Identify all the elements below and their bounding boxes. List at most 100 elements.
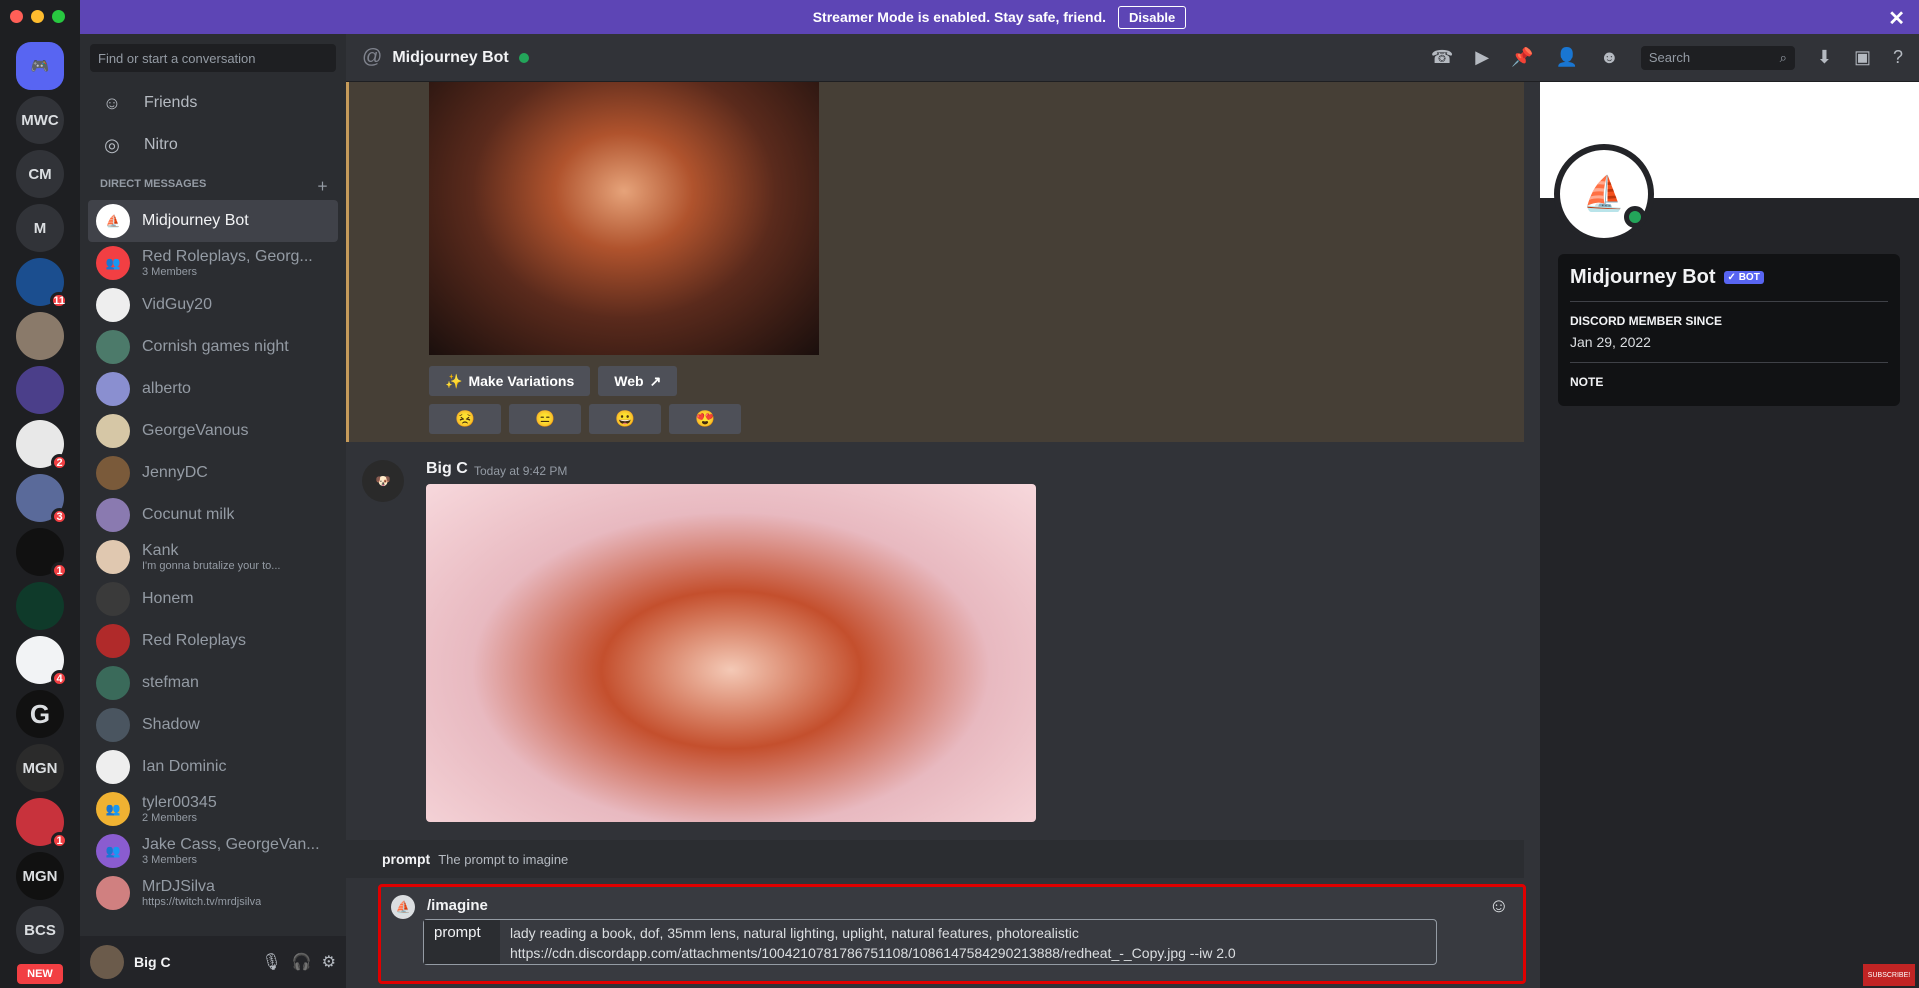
server-list: 🎮 MWC CM M 11 2 3 1 4 G MGN 1 MGN BCS NE… <box>0 0 80 988</box>
dm-item[interactable]: ⛵Midjourney Bot <box>88 200 338 242</box>
nitro-nav[interactable]: ◎Nitro <box>80 124 346 166</box>
add-friend-icon[interactable]: 👤 <box>1556 47 1578 68</box>
attached-image[interactable] <box>426 484 1036 822</box>
dm-item[interactable]: Honem <box>88 578 338 620</box>
dm-item[interactable]: Cornish games night <box>88 326 338 368</box>
dm-item[interactable]: VidGuy20 <box>88 284 338 326</box>
dm-item[interactable]: JennyDC <box>88 452 338 494</box>
dm-sub: 3 Members <box>142 266 313 278</box>
discord-app: Streamer Mode is enabled. Stay safe, fri… <box>0 0 1919 988</box>
author-name[interactable]: Big C <box>426 460 468 478</box>
prompt-line-2: https://cdn.discordapp.com/attachments/1… <box>510 943 1236 963</box>
dm-sub: https://twitch.tv/mrdjsilva <box>142 896 261 908</box>
close-banner-icon[interactable]: ✕ <box>1888 6 1905 31</box>
server-icon[interactable] <box>16 312 64 360</box>
dm-name: alberto <box>142 380 191 398</box>
search-placeholder: Search <box>1649 50 1690 65</box>
server-icon[interactable] <box>16 582 64 630</box>
inbox-icon[interactable]: ▣ <box>1854 47 1871 68</box>
dm-sub: 3 Members <box>142 854 320 866</box>
dm-item[interactable]: 👥tyler003452 Members <box>88 788 338 830</box>
dm-item[interactable]: 👥Red Roleplays, Georg...3 Members <box>88 242 338 284</box>
dm-search-input[interactable]: Find or start a conversation <box>90 44 336 72</box>
server-icon[interactable]: MWC <box>16 96 64 144</box>
dm-item[interactable]: Cocunut milk <box>88 494 338 536</box>
reaction-neutral-button[interactable]: 😑 <box>509 404 581 434</box>
dm-item[interactable]: stefman <box>88 662 338 704</box>
maximize-window-button[interactable] <box>52 10 65 23</box>
video-call-icon[interactable]: ▶ <box>1475 47 1489 68</box>
header-search-input[interactable]: Search⌕ <box>1641 46 1795 70</box>
server-icon[interactable]: 2 <box>16 420 64 468</box>
web-button[interactable]: Web↗ <box>598 366 677 396</box>
dm-name: Shadow <box>142 716 200 734</box>
server-icon[interactable]: 3 <box>16 474 64 522</box>
server-icon[interactable] <box>16 366 64 414</box>
server-icon[interactable]: 11 <box>16 258 64 306</box>
dm-item[interactable]: KankI'm gonna brutalize your to... <box>88 536 338 578</box>
unread-badge: 4 <box>51 670 68 687</box>
prompt-input[interactable]: lady reading a book, dof, 35mm lens, nat… <box>500 920 1236 964</box>
reaction-happy-button[interactable]: 😀 <box>589 404 661 434</box>
profile-card: Midjourney Bot✓ BOT DISCORD MEMBER SINCE… <box>1558 254 1900 406</box>
online-status-icon <box>519 53 529 63</box>
headphones-icon[interactable]: 🎧 <box>292 952 312 972</box>
dm-name: VidGuy20 <box>142 296 212 314</box>
option-hint: prompt The prompt to imagine <box>346 840 1524 878</box>
server-icon[interactable]: MGN <box>16 744 64 792</box>
dm-item[interactable]: Shadow <box>88 704 338 746</box>
server-icon[interactable]: BCS <box>16 906 64 954</box>
discord-logo-icon: 🎮 <box>31 57 50 75</box>
prompt-parameter[interactable]: prompt lady reading a book, dof, 35mm le… <box>423 919 1437 965</box>
server-icon[interactable]: M <box>16 204 64 252</box>
generated-image[interactable] <box>429 82 819 355</box>
friends-nav[interactable]: ☺Friends <box>80 82 346 124</box>
dm-item[interactable]: GeorgeVanous <box>88 410 338 452</box>
microphone-icon[interactable]: 🎙 <box>261 952 281 972</box>
server-icon[interactable]: CM <box>16 150 64 198</box>
avatar <box>96 414 130 448</box>
gear-icon[interactable]: ⚙ <box>322 952 336 972</box>
download-icon[interactable]: ⬇ <box>1817 47 1832 68</box>
voice-call-icon[interactable]: ☎ <box>1431 47 1453 68</box>
avatar <box>96 330 130 364</box>
user-avatar[interactable] <box>90 945 124 979</box>
reaction-love-button[interactable]: 😍 <box>669 404 741 434</box>
home-button[interactable]: 🎮 <box>16 42 64 90</box>
dm-item[interactable]: alberto <box>88 368 338 410</box>
unread-badge: 1 <box>51 832 68 849</box>
member-since-label: DISCORD MEMBER SINCE <box>1570 314 1888 328</box>
pin-icon[interactable]: 📌 <box>1511 47 1533 68</box>
help-icon[interactable]: ? <box>1893 47 1903 68</box>
author-avatar[interactable]: 🐶 <box>362 460 404 502</box>
server-icon[interactable]: 4 <box>16 636 64 684</box>
server-icon[interactable]: G <box>16 690 64 738</box>
close-window-button[interactable] <box>10 10 23 23</box>
disable-streamer-button[interactable]: Disable <box>1118 6 1186 29</box>
dm-name: Red Roleplays <box>142 632 246 650</box>
user-profile-icon[interactable]: ☻ <box>1600 47 1619 68</box>
add-dm-icon[interactable]: ＋ <box>317 178 328 194</box>
avatar <box>96 582 130 616</box>
make-variations-button[interactable]: ✨Make Variations <box>429 366 590 396</box>
server-icon[interactable]: MGN <box>16 852 64 900</box>
reaction-sad-button[interactable]: 😣 <box>429 404 501 434</box>
divider <box>1570 301 1888 302</box>
divider <box>1570 362 1888 363</box>
avatar: 👥 <box>96 792 130 826</box>
emoji-picker-icon[interactable]: ☺ <box>1489 895 1509 918</box>
server-icon[interactable]: 1 <box>16 798 64 846</box>
profile-panel: ⛵ Midjourney Bot✓ BOT DISCORD MEMBER SIN… <box>1540 82 1919 988</box>
dm-item[interactable]: Red Roleplays <box>88 620 338 662</box>
dm-item[interactable]: Ian Dominic <box>88 746 338 788</box>
unread-badge: 1 <box>51 562 68 579</box>
user-name: Big C <box>134 954 251 970</box>
dm-name: MrDJSilva <box>142 878 261 896</box>
minimize-window-button[interactable] <box>31 10 44 23</box>
dm-item[interactable]: 👥Jake Cass, GeorgeVan...3 Members <box>88 830 338 872</box>
server-icon[interactable]: 1 <box>16 528 64 576</box>
dm-item[interactable]: MrDJSilvahttps://twitch.tv/mrdjsilva <box>88 872 338 914</box>
avatar <box>96 876 130 910</box>
magic-wand-icon: ✨ <box>445 373 462 390</box>
slash-command-composer[interactable]: ⛵ /imagine ☺ prompt lady reading a book,… <box>378 884 1526 984</box>
